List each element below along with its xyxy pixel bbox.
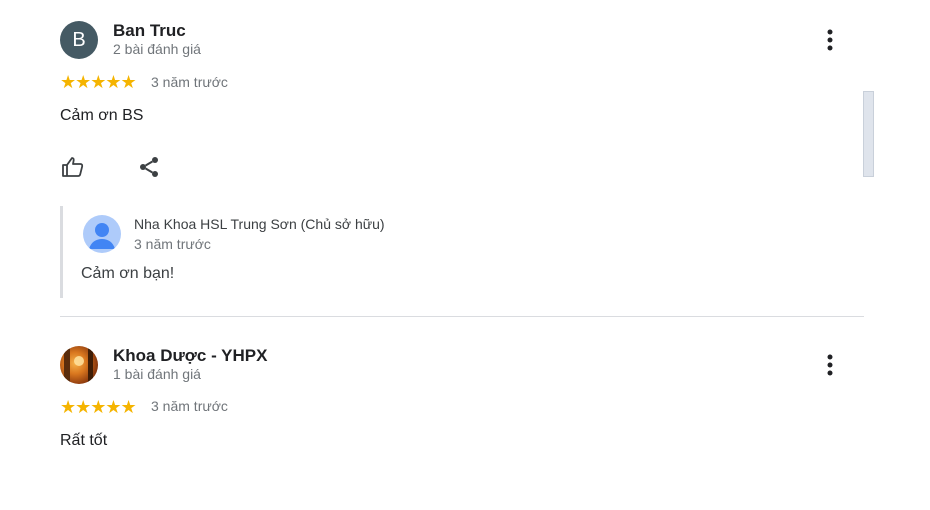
thumb-up-icon [62, 157, 84, 177]
reviewer-avatar[interactable]: B [60, 21, 98, 59]
owner-name: Nha Khoa HSL Trung Sơn (Chủ sở hữu) [134, 216, 385, 232]
person-icon [89, 223, 115, 249]
reviewer-name[interactable]: Khoa Dược - YHPX [113, 346, 267, 366]
more-vert-icon [827, 29, 833, 51]
owner-reply-text: Cảm ơn bạn! [81, 265, 175, 282]
star-rating: ★★★★★ [60, 397, 137, 417]
owner-reply-time: 3 năm trước [134, 236, 211, 252]
review-text: Cảm ơn BS [60, 107, 144, 124]
avatar-letter: B [72, 28, 86, 51]
reviewer-review-count: 1 bài đánh giá [113, 366, 201, 382]
review-options-button[interactable] [818, 26, 842, 54]
reviews-panel: B Ban Truc 2 bài đánh giá ★★★★★ 3 năm tr… [0, 0, 930, 510]
scrollbar-thumb[interactable] [863, 91, 874, 177]
more-vert-icon [827, 354, 833, 376]
review-divider [60, 316, 864, 317]
reviewer-review-count: 2 bài đánh giá [113, 41, 201, 57]
like-button[interactable] [60, 154, 86, 180]
review-time: 3 năm trước [151, 74, 228, 90]
review-text: Rất tốt [60, 432, 108, 449]
owner-avatar [83, 215, 121, 253]
share-button[interactable] [136, 154, 162, 180]
share-icon [140, 157, 158, 177]
reviewer-avatar[interactable] [60, 346, 98, 384]
review-options-button[interactable] [818, 351, 842, 379]
star-rating: ★★★★★ [60, 72, 137, 92]
owner-reply: Nha Khoa HSL Trung Sơn (Chủ sở hữu) 3 nă… [60, 206, 763, 298]
review-time: 3 năm trước [151, 398, 228, 414]
reviewer-name[interactable]: Ban Truc [113, 21, 186, 41]
